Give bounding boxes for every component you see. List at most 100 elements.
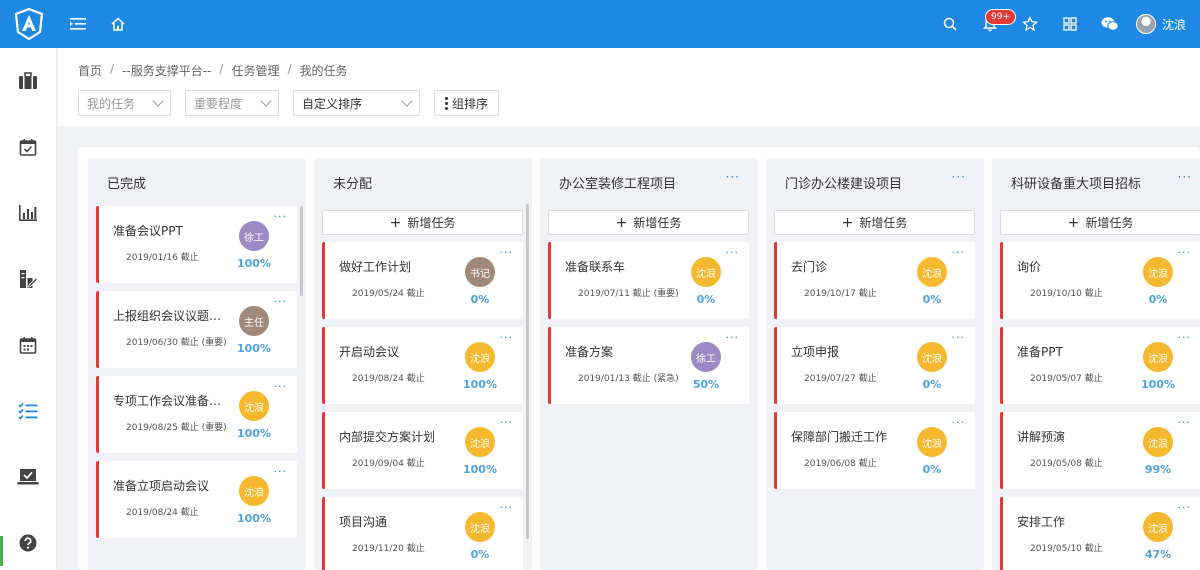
task-card[interactable]: ··· 开启动会议 2019/08/24 截止 沈浪 100%	[322, 327, 523, 404]
card-more-icon[interactable]: ···	[274, 295, 288, 308]
add-task-button[interactable]: + 新增任务	[774, 210, 975, 235]
search-icon[interactable]	[930, 0, 970, 48]
task-progress: 0%	[1148, 293, 1168, 306]
sidebar-item-calendar-check[interactable]	[0, 114, 56, 180]
card-more-icon[interactable]: ···	[952, 246, 966, 259]
task-due-date: 2019/05/10 截止	[1030, 544, 1103, 554]
column-more-icon[interactable]: ···	[1178, 170, 1192, 184]
green-edge-marker	[0, 536, 3, 566]
card-more-icon[interactable]: ···	[726, 246, 740, 259]
column-more-icon[interactable]: ···	[952, 170, 966, 184]
sidebar-item-help[interactable]	[0, 510, 56, 570]
chevron-down-icon	[260, 95, 272, 107]
sidebar-item-calendar[interactable]	[0, 312, 56, 378]
task-due-date: 2019/01/13 截止 (紧急)	[578, 374, 679, 384]
task-progress: 100%	[463, 463, 497, 476]
task-due-date: 2019/10/10 截止	[1030, 289, 1103, 299]
add-task-label: 新增任务	[633, 216, 682, 230]
task-card[interactable]: ··· 准备立项启动会议 2019/08/24 截止 沈浪 100%	[96, 461, 297, 538]
apps-grid-icon[interactable]	[1050, 0, 1090, 48]
task-title: 内部提交方案计划	[339, 430, 436, 444]
task-card[interactable]: ··· 上报组织会议议题及... 2019/06/30 截止 (重要) 主任 100%	[96, 291, 297, 368]
my-tasks-select[interactable]: 我的任务	[78, 90, 171, 116]
column-scrollbar[interactable]	[526, 204, 529, 539]
sidebar-item-task-list[interactable]	[0, 378, 56, 444]
task-card[interactable]: ··· 讲解预演 2019/05/08 截止 沈浪 99%	[1000, 412, 1200, 489]
card-more-icon[interactable]: ···	[500, 246, 514, 259]
breadcrumb: 首页 / --服务支撑平台-- / 任务管理 / 我的任务	[78, 62, 348, 79]
task-card[interactable]: ··· 保障部门搬迁工作 2019/06/08 截止 沈浪 0%	[774, 412, 975, 489]
task-card[interactable]: ··· 内部提交方案计划 2019/09/04 截止 沈浪 100%	[322, 412, 523, 489]
logo-icon	[14, 8, 44, 40]
card-more-icon[interactable]: ···	[274, 210, 288, 223]
task-title: 准备立项启动会议	[113, 479, 210, 493]
add-task-button[interactable]: + 新增任务	[548, 210, 749, 235]
home-icon[interactable]	[98, 0, 138, 48]
menu-toggle-icon[interactable]	[58, 0, 98, 48]
card-more-icon[interactable]: ···	[274, 465, 288, 478]
card-more-icon[interactable]: ···	[1178, 246, 1192, 259]
user-avatar	[1135, 14, 1156, 34]
sidebar-item-tasks-edit[interactable]	[0, 246, 56, 312]
task-progress: 100%	[237, 257, 271, 270]
assignee-avatar: 徐工	[239, 221, 269, 251]
importance-select[interactable]: 重要程度	[185, 90, 279, 116]
card-more-icon[interactable]: ···	[1178, 501, 1192, 514]
task-card[interactable]: ··· 准备方案 2019/01/13 截止 (紧急) 徐工 50%	[548, 327, 749, 404]
task-card[interactable]: ··· 准备会议PPT 2019/01/16 截止 徐工 100%	[96, 206, 297, 283]
assignee-avatar: 沈浪	[239, 476, 269, 506]
task-card[interactable]: ··· 项目沟通 2019/11/20 截止 沈浪 0%	[322, 497, 523, 570]
task-title: 准备联系车	[565, 260, 626, 274]
breadcrumb-task-management[interactable]: 任务管理	[231, 62, 279, 79]
sidebar-item-chart[interactable]	[0, 180, 56, 246]
task-title: 专项工作会议准备工作	[113, 394, 228, 408]
sort-select[interactable]: 自定义排序	[293, 90, 420, 116]
user-menu[interactable]: 沈浪	[1130, 0, 1200, 48]
column-title: 已完成	[107, 177, 147, 192]
task-card[interactable]: ··· 专项工作会议准备工作 2019/08/25 截止 (重要) 沈浪 100%	[96, 376, 297, 453]
group-sort-button[interactable]: 组排序	[434, 90, 500, 116]
card-more-icon[interactable]: ···	[500, 331, 514, 344]
card-more-icon[interactable]: ···	[952, 416, 966, 429]
app-logo[interactable]	[0, 0, 58, 48]
add-task-button[interactable]: + 新增任务	[1000, 210, 1200, 235]
card-more-icon[interactable]: ···	[1178, 331, 1192, 344]
card-more-icon[interactable]: ···	[952, 331, 966, 344]
task-card[interactable]: ··· 做好工作计划 2019/05/24 截止 书记 0%	[322, 242, 523, 319]
checklist-icon	[18, 402, 38, 420]
laptop-check-icon	[17, 469, 39, 485]
task-progress: 100%	[237, 427, 271, 440]
plus-icon: +	[615, 214, 628, 231]
content-header: 首页 / --服务支撑平台-- / 任务管理 / 我的任务 我的任务 重要程度 …	[58, 48, 1200, 126]
task-card[interactable]: ··· 安排工作 2019/05/10 截止 沈浪 47%	[1000, 497, 1200, 570]
assignee-avatar: 沈浪	[917, 342, 947, 372]
star-icon[interactable]	[1010, 0, 1050, 48]
card-more-icon[interactable]: ···	[726, 331, 740, 344]
add-task-button[interactable]: + 新增任务	[322, 210, 523, 235]
task-card[interactable]: ··· 准备PPT 2019/05/07 截止 沈浪 100%	[1000, 327, 1200, 404]
card-more-icon[interactable]: ···	[274, 380, 288, 393]
task-progress: 47%	[1144, 548, 1172, 561]
assignee-avatar: 徐工	[691, 342, 721, 372]
task-card[interactable]: ··· 去门诊 2019/10/17 截止 沈浪 0%	[774, 242, 975, 319]
column-title: 科研设备重大项目招标	[1011, 177, 1142, 192]
sidebar-item-laptop[interactable]	[0, 444, 56, 510]
task-card[interactable]: ··· 询价 2019/10/10 截止 沈浪 0%	[1000, 242, 1200, 319]
card-more-icon[interactable]: ···	[1178, 416, 1192, 429]
column-title: 未分配	[333, 177, 373, 192]
user-name: 沈浪	[1161, 17, 1186, 32]
card-more-icon[interactable]: ···	[500, 501, 514, 514]
sidebar-item-briefcase[interactable]	[0, 48, 56, 114]
breadcrumb-platform[interactable]: --服务支撑平台--	[122, 62, 211, 79]
task-card[interactable]: ··· 准备联系车 2019/07/11 截止 (重要) 沈浪 0%	[548, 242, 749, 319]
card-more-icon[interactable]: ···	[500, 416, 514, 429]
wechat-icon[interactable]	[1090, 0, 1130, 48]
task-card[interactable]: ··· 立项申报 2019/07/27 截止 沈浪 0%	[774, 327, 975, 404]
column-more-icon[interactable]: ···	[726, 170, 740, 184]
help-icon	[19, 534, 37, 552]
column-scrollbar[interactable]	[300, 206, 303, 296]
task-due-date: 2019/09/04 截止	[352, 459, 425, 469]
task-progress: 0%	[922, 463, 942, 476]
breadcrumb-home[interactable]: 首页	[78, 62, 102, 79]
calendar-icon	[19, 337, 37, 354]
